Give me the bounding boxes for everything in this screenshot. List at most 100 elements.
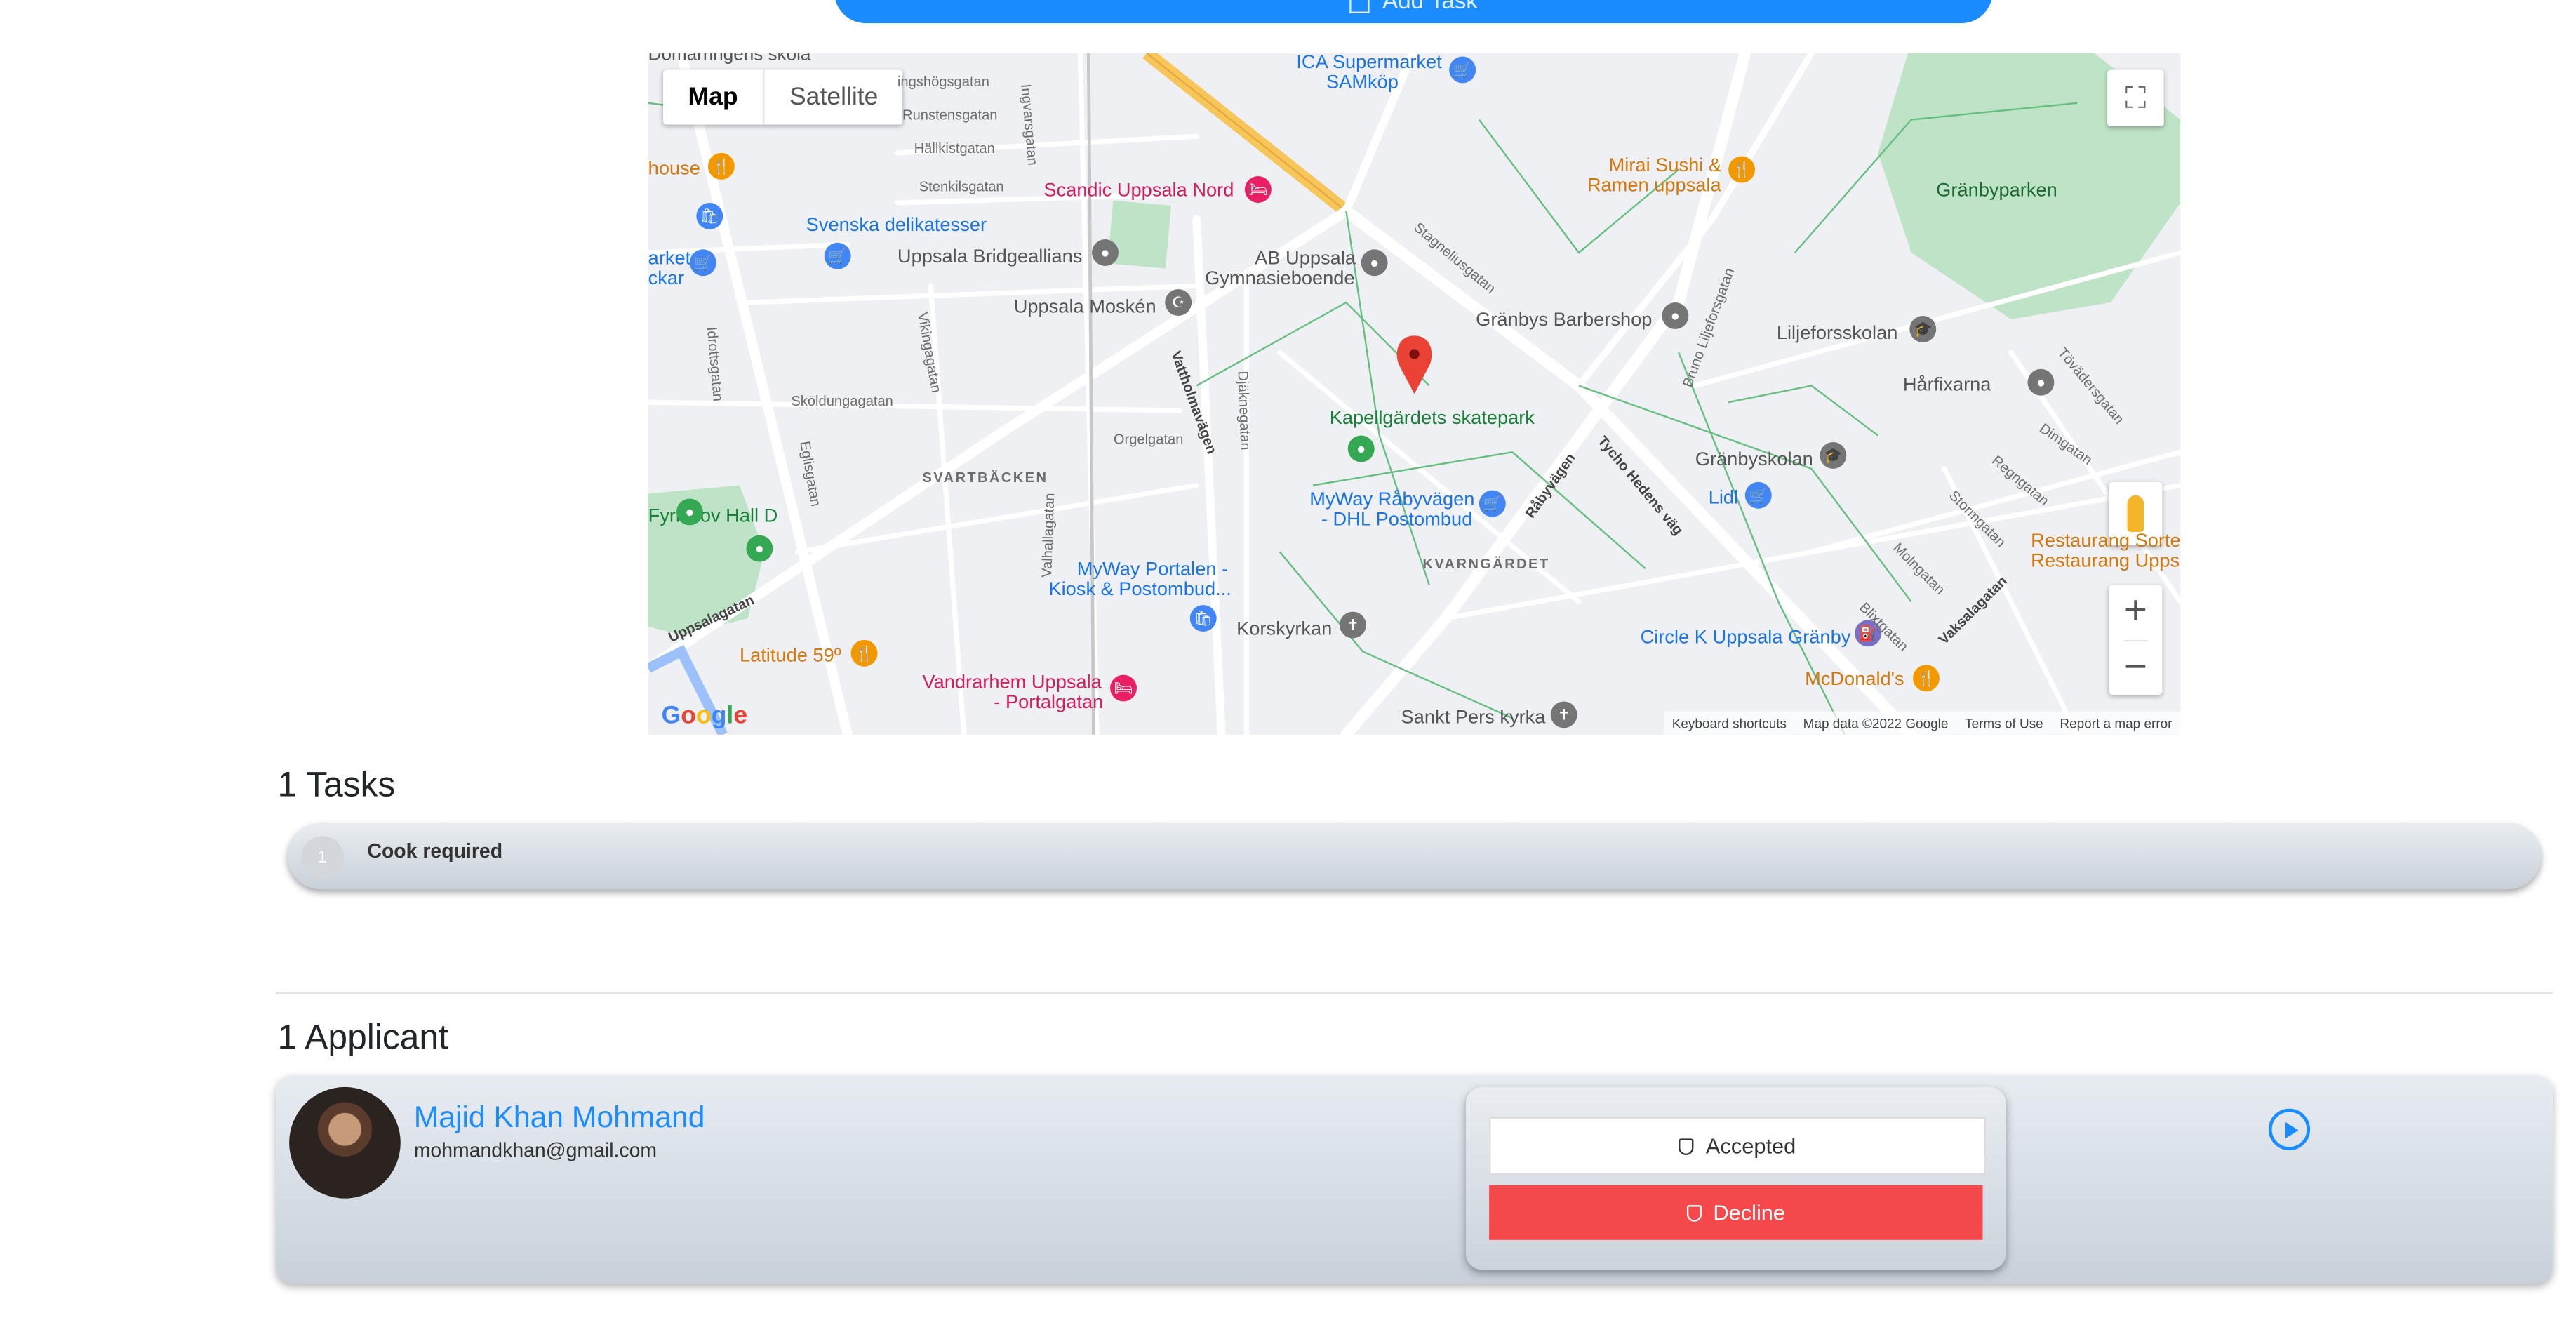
map-type-map-button[interactable]: Map [663,69,763,124]
place-label[interactable]: McDonald's [1805,670,1904,691]
applicant-card: Majid Khan Mohmand mohmandkhan@gmail.com… [276,1075,2553,1284]
restaurant-pin-icon[interactable]: 🍴 [1728,156,1756,183]
shop-pin-icon[interactable]: 🛒 [824,242,851,269]
place-label[interactable]: - DHL Postombud [1321,510,1472,531]
map-view[interactable]: Map Satellite ⛶ + − ICA Supermarket SAMk… [648,53,2181,735]
page: Add Task Map Satellite ⛶ + − ICA Superma… [0,0,2576,1313]
place-label[interactable]: Uppsala Bridgeallians [897,248,1082,269]
place-label[interactable]: Liljeforsskolan [1777,324,1898,345]
zoom-out-button[interactable]: − [2123,639,2147,695]
tasks-heading: 1 Tasks [277,766,396,805]
place-label[interactable]: arket [648,249,691,270]
shop-pin-icon[interactable]: 🛒 [1449,56,1476,84]
shop-pin-icon[interactable]: 🛒 [1744,481,1772,509]
play-button[interactable] [2268,1108,2311,1150]
place-label[interactable]: Lidl [1709,488,1738,510]
place-label[interactable]: Ramen uppsala [1587,176,1721,197]
place-label[interactable]: MyWay Portalen - [1077,560,1228,581]
restaurant-pin-icon[interactable]: 🍴 [1913,665,1940,692]
street-label: ingshögsgatan [897,73,989,90]
park-pin-icon[interactable]: ● [746,535,773,562]
street-label: Djäknegatan [1234,371,1255,451]
place-label[interactable]: Circle K Uppsala Gränby [1641,628,1851,649]
hotel-pin-icon[interactable]: 🛏 [1244,176,1272,203]
place-label[interactable]: Fyrishov Hall D [648,507,778,528]
task-text: Cook required [367,839,503,863]
shield-icon [1686,1204,1702,1221]
minus-icon: − [2123,644,2147,690]
street-label: Stenkilsgatan [919,178,1004,195]
applicants-heading: 1 Applicant [277,1018,448,1058]
zoom-in-button[interactable]: + [2124,585,2147,639]
place-label[interactable]: SAMköp [1326,73,1399,94]
school-pin-icon[interactable]: 🎓 [1909,315,1937,342]
add-task-button[interactable]: Add Task [834,0,1993,24]
map-type-control: Map Satellite [662,69,903,125]
place-label[interactable]: Kapellgärdets skatepark [1330,409,1535,430]
place-label[interactable]: Sankt Pers kyrka [1401,708,1546,729]
place-pin-icon[interactable]: ● [2027,368,2055,396]
place-label[interactable]: Uppsala Moskén [1014,298,1156,319]
church-pin-icon[interactable]: ✝ [1339,611,1366,639]
place-label[interactable]: Gymnasieboende [1205,269,1355,291]
map-type-satellite-button[interactable]: Satellite [763,69,903,125]
applicant-actions: Accepted Decline [1465,1086,2006,1270]
place-label[interactable]: MyWay Råbyvägen [1309,491,1474,512]
place-label[interactable]: house [648,159,700,180]
street-label: Orgelgatan [1113,430,1184,448]
task-item[interactable]: 1 Cook required [287,823,2542,890]
park-pin-icon[interactable]: ● [1347,435,1375,462]
place-pin-icon[interactable]: ● [1361,249,1388,277]
place-label[interactable]: Korskyrkan [1236,620,1332,641]
place-label[interactable]: Restaurang Sorte [2031,532,2180,553]
place-label[interactable]: AB Uppsala [1255,249,1356,270]
place-label[interactable]: ckar [648,269,684,291]
fullscreen-button[interactable]: ⛶ [2107,69,2164,126]
place-label[interactable]: Vandrarhem Uppsala [922,673,1101,694]
place-pin-icon[interactable]: ● [1662,302,1689,329]
place-pin-icon[interactable]: ● [1092,239,1119,266]
place-label[interactable]: Restaurang Upps [2031,552,2180,573]
restaurant-pin-icon[interactable]: 🍴 [850,639,878,667]
restaurant-pin-icon[interactable]: 🍴 [707,152,735,180]
plus-icon: + [2123,589,2147,634]
section-divider [276,992,2553,994]
place-label[interactable]: Hårfixarna [1903,375,1991,397]
district-label: KVARNGÄRDET [1422,555,1550,572]
street-label: Runstensgatan [902,106,998,124]
place-label[interactable]: Domarringens skola [648,53,811,65]
decline-button[interactable]: Decline [1489,1185,1983,1240]
applicant-email: mohmandkhan@gmail.com [413,1138,658,1162]
place-label[interactable]: Gränbyskolan [1695,451,1813,472]
report-error-link[interactable]: Report a map error [2060,716,2172,731]
hotel-pin-icon[interactable]: 🛏 [1110,674,1137,702]
applicant-name[interactable]: Majid Khan Mohmand [414,1100,705,1136]
place-label[interactable]: Svenska delikatesser [806,216,987,237]
place-label[interactable]: - Portalgatan [994,693,1103,714]
place-label[interactable]: ICA Supermarket [1296,53,1441,74]
street-label: Hällkistgatan [914,139,995,157]
keyboard-shortcuts-link[interactable]: Keyboard shortcuts [1672,716,1787,731]
place-label[interactable]: Gränbys Barbershop [1476,311,1652,332]
shop-pin-icon[interactable]: 🛒 [1479,490,1506,517]
school-pin-icon[interactable]: 🎓 [1820,441,1847,469]
place-label[interactable]: Mirai Sushi & [1609,157,1721,178]
terms-link[interactable]: Terms of Use [1965,716,2043,731]
place-label[interactable]: Scandic Uppsala Nord [1043,181,1234,202]
shop-pin-icon[interactable]: 🛍 [1189,605,1217,632]
shop-pin-icon[interactable]: 🛒 [689,249,716,277]
decline-label: Decline [1713,1199,1786,1225]
accepted-button[interactable]: Accepted [1489,1117,1987,1176]
upload-icon [1349,0,1370,13]
park-pin-icon[interactable]: ● [676,498,703,526]
task-number-badge: 1 [300,836,345,879]
place-label[interactable]: Kiosk & Postombud... [1048,580,1231,601]
place-label[interactable]: Latitude 59º [740,646,841,667]
play-icon [2284,1121,2298,1138]
avatar [289,1086,401,1199]
shop-pin-icon[interactable]: 🛍 [696,202,723,229]
worship-pin-icon[interactable]: ☪ [1165,289,1192,316]
place-label[interactable]: Gränbyparken [1936,181,2057,202]
street-label: Sköldungagatan [791,392,893,409]
church-pin-icon[interactable]: ✝ [1550,701,1577,728]
